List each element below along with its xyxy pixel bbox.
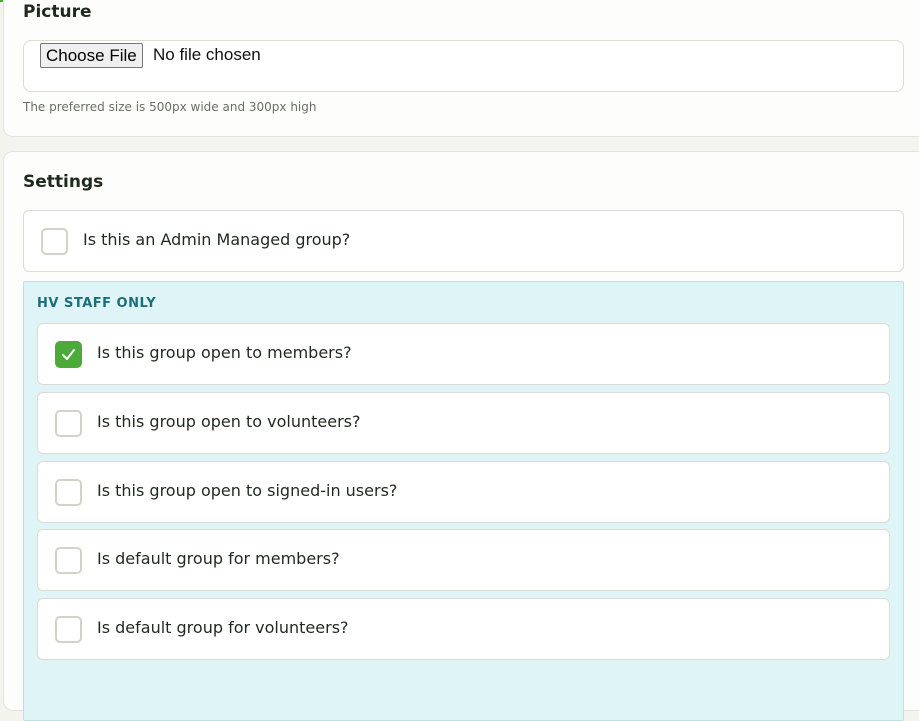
open-to-volunteers-checkbox[interactable]: [55, 410, 82, 437]
open-to-volunteers-label: Is this group open to volunteers?: [97, 412, 361, 431]
settings-title: Settings: [23, 172, 104, 192]
checkmark-icon: [62, 349, 75, 360]
picture-help-text: The preferred size is 500px wide and 300…: [23, 100, 317, 114]
open-to-members-option[interactable]: Is this group open to members?: [37, 323, 890, 385]
picture-title: Picture: [23, 2, 92, 22]
open-to-signed-in-users-label: Is this group open to signed-in users?: [97, 481, 398, 500]
default-for-members-checkbox[interactable]: [55, 547, 82, 574]
default-for-members-option[interactable]: Is default group for members?: [37, 529, 890, 591]
open-to-members-checkbox[interactable]: [55, 341, 82, 368]
default-for-volunteers-checkbox[interactable]: [55, 616, 82, 643]
settings-card: Settings Is this an Admin Managed group?…: [3, 151, 919, 721]
default-for-volunteers-option[interactable]: Is default group for volunteers?: [37, 598, 890, 660]
default-for-members-label: Is default group for members?: [97, 549, 340, 568]
admin-managed-option[interactable]: Is this an Admin Managed group?: [23, 210, 904, 272]
admin-managed-label: Is this an Admin Managed group?: [83, 230, 351, 249]
open-to-members-label: Is this group open to members?: [97, 343, 352, 362]
staff-panel-title: HV STAFF ONLY: [37, 296, 157, 311]
hv-staff-only-panel: HV STAFF ONLY Is this group open to memb…: [23, 281, 904, 721]
file-status-text: No file chosen: [153, 45, 261, 64]
open-to-volunteers-option[interactable]: Is this group open to volunteers?: [37, 392, 890, 454]
open-to-signed-in-users-option[interactable]: Is this group open to signed-in users?: [37, 461, 890, 523]
open-to-signed-in-users-checkbox[interactable]: [55, 479, 82, 506]
default-for-volunteers-label: Is default group for volunteers?: [97, 618, 349, 637]
picture-card: Picture Choose File No file chosen The p…: [3, 0, 919, 137]
choose-file-button[interactable]: Choose File: [40, 43, 143, 68]
picture-file-input[interactable]: Choose File No file chosen: [23, 40, 904, 92]
admin-managed-checkbox[interactable]: [41, 228, 68, 255]
